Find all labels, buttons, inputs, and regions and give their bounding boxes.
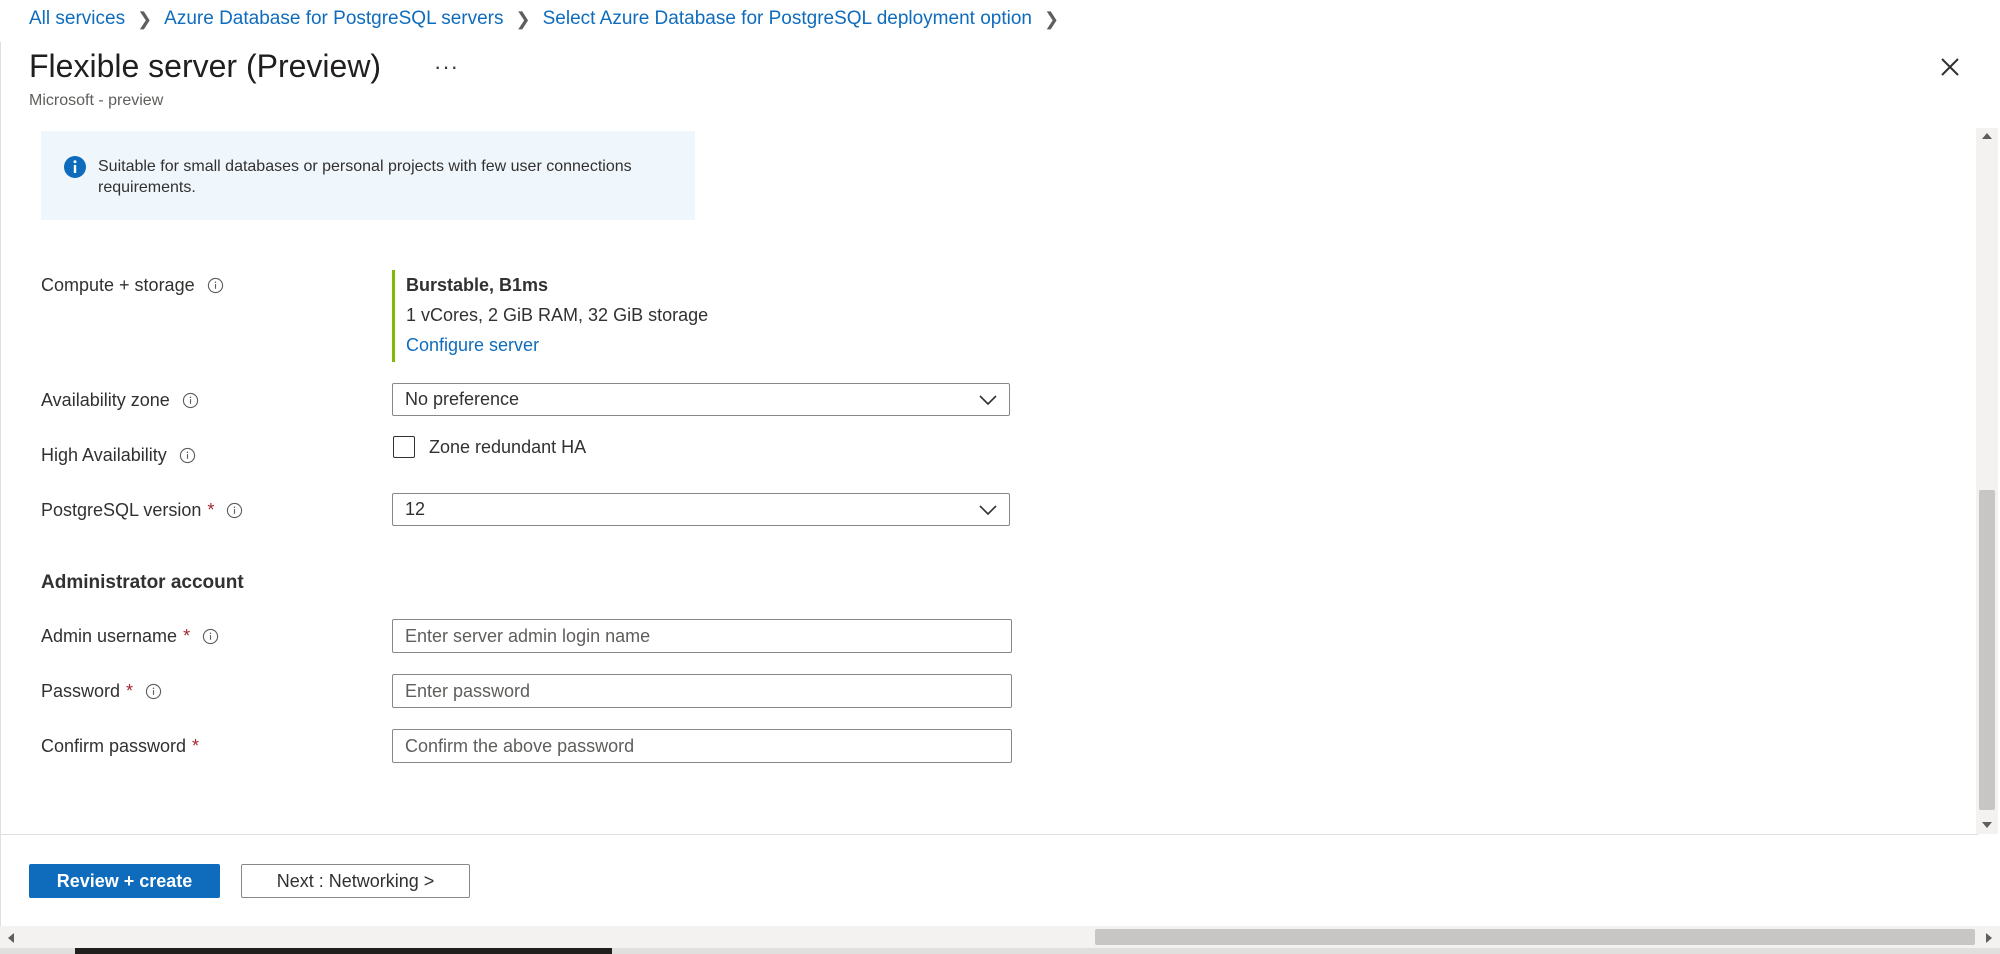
zone-redundant-ha-checkbox-row[interactable]: Zone redundant HA <box>393 436 586 458</box>
page-title: Flexible server (Preview) <box>29 48 382 84</box>
availability-zone-label-text: Availability zone <box>41 390 170 410</box>
chevron-down-icon <box>979 505 997 516</box>
availability-zone-value: No preference <box>405 389 520 409</box>
admin-username-label: Admin username * <box>41 626 219 647</box>
vertical-scrollbar[interactable] <box>1976 128 1998 834</box>
required-marker: * <box>126 681 134 701</box>
compute-summary: Burstable, B1ms 1 vCores, 2 GiB RAM, 32 … <box>392 270 708 362</box>
password-label: Password * <box>41 681 162 702</box>
chevron-right-icon: ❯ <box>515 8 531 29</box>
chevron-down-icon <box>979 395 997 406</box>
scroll-right-arrow-icon[interactable] <box>1984 932 1994 944</box>
scroll-up-arrow-icon[interactable] <box>1981 131 1993 141</box>
postgresql-version-label: PostgreSQL version * <box>41 500 243 521</box>
bottom-strip <box>0 948 2000 954</box>
info-outline-icon[interactable] <box>202 628 219 645</box>
admin-username-label-text: Admin username <box>41 626 178 646</box>
review-create-button[interactable]: Review + create <box>29 864 220 898</box>
confirm-password-label: Confirm password * <box>41 736 199 757</box>
page-subtitle: Microsoft - preview <box>29 92 164 109</box>
chevron-right-icon: ❯ <box>1043 8 1060 29</box>
zone-redundant-ha-checkbox[interactable] <box>393 436 415 458</box>
info-outline-icon[interactable] <box>207 277 224 294</box>
availability-zone-label: Availability zone <box>41 390 199 411</box>
confirm-password-label-text: Confirm password <box>41 736 187 756</box>
info-circle-icon <box>64 156 86 178</box>
bottom-strip-segment <box>75 948 612 954</box>
chevron-right-icon: ❯ <box>137 8 153 29</box>
info-outline-icon[interactable] <box>226 502 243 519</box>
breadcrumb: All services ❯ Azure Database for Postgr… <box>29 8 1071 30</box>
info-outline-icon[interactable] <box>179 447 196 464</box>
compute-storage-label-text: Compute + storage <box>41 275 195 295</box>
breadcrumb-postgresql-servers[interactable]: Azure Database for PostgreSQL servers <box>164 8 503 30</box>
vertical-scroll-thumb[interactable] <box>1979 490 1995 810</box>
admin-username-input[interactable] <box>392 619 1012 653</box>
availability-zone-dropdown[interactable]: No preference <box>392 383 1010 416</box>
scroll-left-arrow-icon[interactable] <box>6 932 16 944</box>
high-availability-label-text: High Availability <box>41 445 167 465</box>
compute-details: 1 vCores, 2 GiB RAM, 32 GiB storage <box>406 305 709 325</box>
password-input[interactable] <box>392 674 1012 708</box>
postgresql-version-value: 12 <box>405 499 426 519</box>
postgresql-version-label-text: PostgreSQL version <box>41 500 202 520</box>
scroll-down-arrow-icon[interactable] <box>1981 820 1993 830</box>
info-outline-icon[interactable] <box>182 392 199 409</box>
required-marker: * <box>183 626 191 646</box>
close-icon[interactable] <box>1938 55 1962 79</box>
breadcrumb-deployment-option[interactable]: Select Azure Database for PostgreSQL dep… <box>543 8 1032 30</box>
compute-storage-label: Compute + storage <box>41 275 224 296</box>
more-options-icon[interactable]: ··· <box>434 54 459 80</box>
confirm-password-input[interactable] <box>392 729 1012 763</box>
high-availability-label: High Availability <box>41 445 196 466</box>
horizontal-scrollbar[interactable] <box>0 926 2000 948</box>
administrator-account-heading: Administrator account <box>41 572 244 593</box>
password-label-text: Password <box>41 681 121 701</box>
required-marker: * <box>207 500 215 520</box>
next-networking-button[interactable]: Next : Networking > <box>241 864 470 898</box>
horizontal-scroll-thumb[interactable] <box>1095 929 1975 945</box>
breadcrumb-all-services[interactable]: All services <box>29 8 125 30</box>
info-text: Suitable for small databases or personal… <box>98 158 632 196</box>
info-outline-icon[interactable] <box>145 683 162 700</box>
required-marker: * <box>192 736 200 756</box>
info-banner: Suitable for small databases or personal… <box>41 131 695 220</box>
compute-tier: Burstable, B1ms <box>406 275 549 295</box>
footer-divider <box>0 834 1978 835</box>
configure-server-link[interactable]: Configure server <box>406 335 708 356</box>
postgresql-version-dropdown[interactable]: 12 <box>392 493 1010 526</box>
zone-redundant-ha-label: Zone redundant HA <box>429 436 587 457</box>
